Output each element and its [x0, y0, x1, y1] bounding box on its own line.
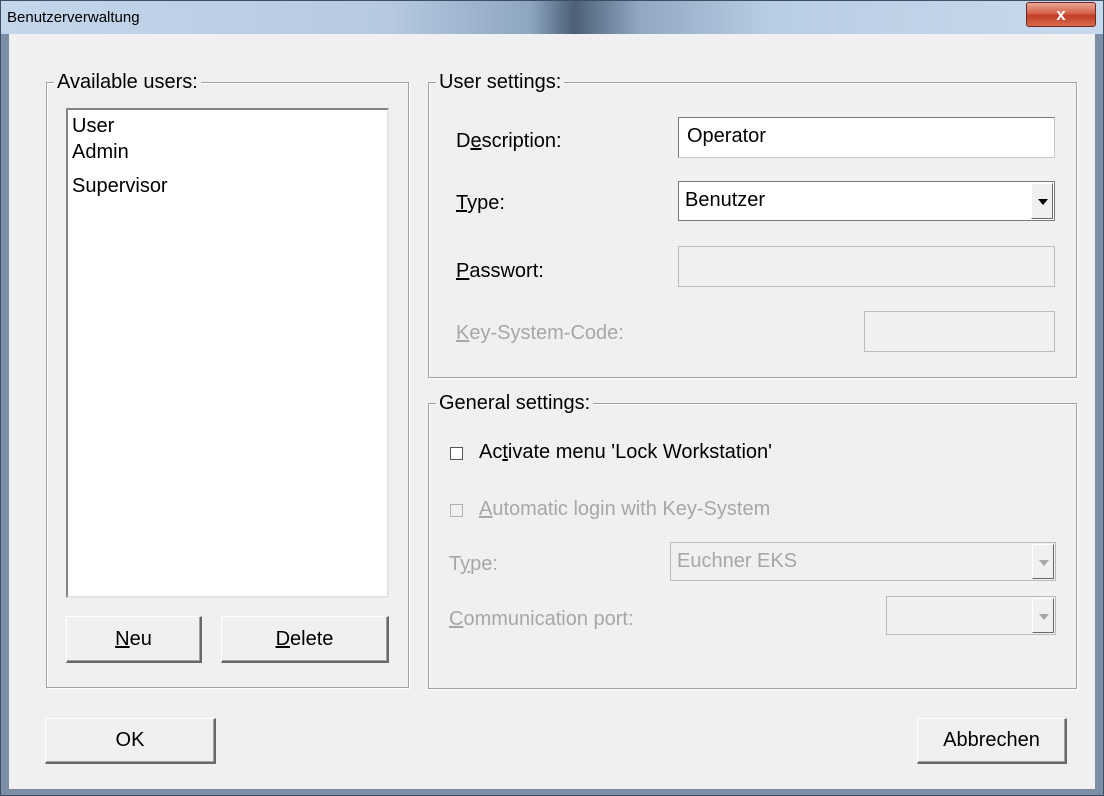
- ok-button[interactable]: OK: [45, 718, 216, 764]
- delete-user-button[interactable]: Delete: [221, 616, 389, 663]
- password-label: Passwort:: [456, 260, 544, 282]
- key-system-code-input[interactable]: [864, 311, 1055, 352]
- user-type-value: Benutzer: [685, 189, 766, 211]
- user-type-select[interactable]: Benutzer: [678, 181, 1055, 221]
- users-listbox[interactable]: User Admin Supervisor: [66, 108, 389, 598]
- list-item-admin[interactable]: Admin: [72, 140, 129, 164]
- description-label: Description:: [456, 130, 562, 152]
- general-settings-legend: General settings:: [436, 391, 594, 415]
- description-input[interactable]: Operator: [678, 117, 1055, 158]
- close-icon: x: [1056, 5, 1066, 24]
- key-system-code-label: Key-System-Code:: [456, 322, 624, 344]
- checkbox-icon[interactable]: [450, 447, 463, 460]
- dialog-window: Benutzerverwaltung x Available users: Us…: [0, 0, 1104, 796]
- chevron-down-icon: [1038, 199, 1048, 205]
- key-type-select[interactable]: Euchner EKS: [670, 542, 1056, 581]
- key-type-value: Euchner EKS: [677, 550, 798, 572]
- key-type-dropdown-button[interactable]: [1032, 544, 1054, 579]
- key-type-label: Type:: [449, 553, 498, 575]
- available-users-legend: Available users:: [54, 70, 201, 94]
- type-label: Type:: [456, 192, 505, 214]
- dialog-client-area: Available users: User Admin Supervisor N…: [9, 34, 1095, 789]
- window-title: Benutzerverwaltung: [7, 9, 140, 26]
- user-type-dropdown-button[interactable]: [1031, 183, 1053, 219]
- comm-port-label: Communication port:: [449, 608, 634, 630]
- list-item-supervisor[interactable]: Supervisor: [72, 174, 168, 198]
- auto-login-label[interactable]: Automatic login with Key-System: [479, 497, 770, 521]
- user-settings-legend: User settings:: [436, 70, 565, 94]
- lock-workstation-label[interactable]: Activate menu 'Lock Workstation': [479, 440, 772, 464]
- cancel-button[interactable]: Abbrechen: [917, 718, 1067, 764]
- comm-port-dropdown-button[interactable]: [1032, 598, 1054, 633]
- checkbox-icon[interactable]: [450, 504, 463, 517]
- comm-port-select[interactable]: [886, 596, 1056, 635]
- chevron-down-icon: [1039, 614, 1049, 620]
- new-user-button[interactable]: Neu: [66, 616, 202, 663]
- password-input[interactable]: [678, 246, 1055, 287]
- list-item-user[interactable]: User: [72, 114, 114, 138]
- chevron-down-icon: [1039, 560, 1049, 566]
- title-bar[interactable]: Benutzerverwaltung x: [1, 1, 1103, 34]
- close-button[interactable]: x: [1026, 2, 1096, 27]
